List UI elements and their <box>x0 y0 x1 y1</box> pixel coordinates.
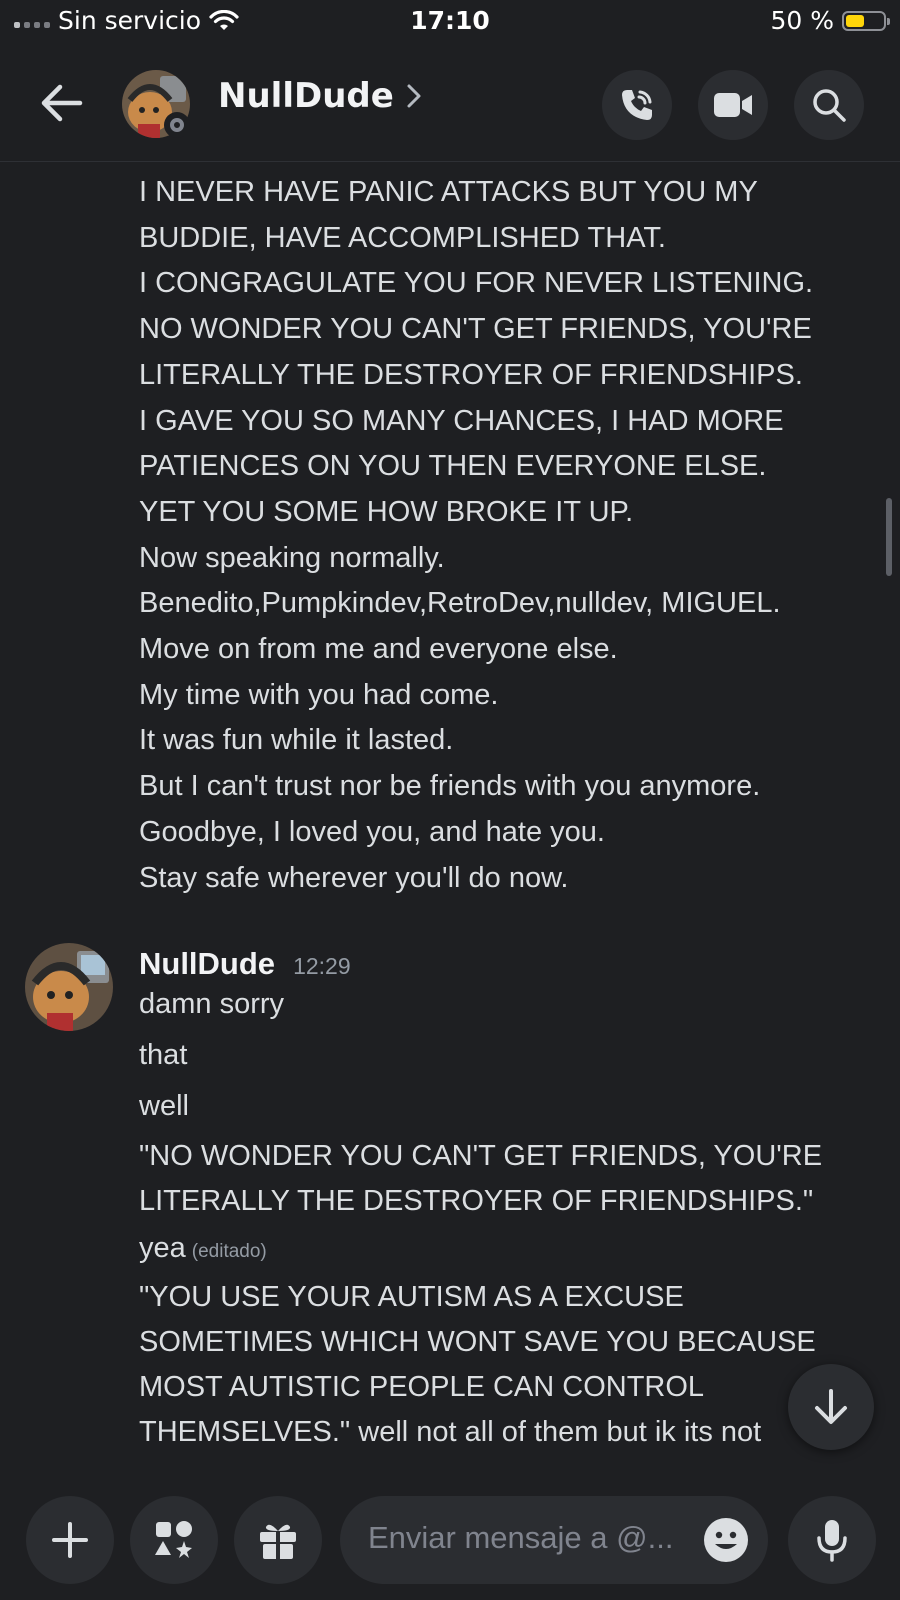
message-line: well <box>139 1090 189 1122</box>
message-line: LITERALLY THE DESTROYER OF FRIENDSHIPS." <box>139 1185 814 1217</box>
gift-icon <box>260 1524 296 1559</box>
video-call-icon <box>714 93 752 117</box>
message-line: I CONGRAGULATE YOU FOR NEVER LISTENING. <box>139 267 814 300</box>
back-arrow-icon[interactable] <box>36 80 86 126</box>
message-line: "NO WONDER YOU CAN'T GET FRIENDS, YOU'RE <box>139 1140 823 1172</box>
voice-call-icon <box>622 90 652 120</box>
clock: 17:10 <box>410 6 490 35</box>
plus-icon <box>52 1522 88 1558</box>
jump-down-arrow-icon <box>815 1389 847 1424</box>
edited-label: (editado) <box>191 1241 267 1262</box>
message-line-edited: yea (editado) <box>139 1232 879 1265</box>
message-line: MOST AUTISTIC PEOPLE CAN CONTROL <box>139 1371 705 1403</box>
chevron-right-icon <box>407 84 421 108</box>
status-right: 50 % <box>770 6 890 35</box>
message-line: It was fun while it lasted. <box>139 724 454 757</box>
status-bar: Sin servicio 17:10 50 % <box>0 0 900 46</box>
message-line: SOMETIMES WHICH WONT SAVE YOU BECAUSE <box>139 1326 816 1358</box>
composer: Enviar mensaje a @... <box>0 1474 900 1600</box>
message-line: THEMSELVES." well not all of them but ik… <box>139 1416 762 1448</box>
gift-button[interactable] <box>234 1496 322 1584</box>
message-line: LITERALLY THE DESTROYER OF FRIENDSHIPS. <box>139 358 803 391</box>
message-line: Now speaking normally. <box>139 541 445 574</box>
message-line: PATIENCES ON YOU THEN EVERYONE ELSE. <box>139 450 767 483</box>
author-name[interactable]: NullDude <box>139 946 275 982</box>
microphone-icon <box>817 1520 847 1562</box>
message-timestamp: 12:29 <box>293 953 351 979</box>
message-line: damn sorry <box>139 988 285 1020</box>
voice-message-button[interactable] <box>788 1496 876 1584</box>
voice-call-button[interactable] <box>602 70 672 140</box>
message-line: BUDDIE, HAVE ACCOMPLISHED THAT. <box>139 221 666 254</box>
message-text: yea <box>139 1232 186 1264</box>
message-line: Goodbye, I loved you, and hate you. <box>139 815 605 848</box>
continued-message: I NEVER HAVE PANIC ATTACKS BUT YOU MY BUD… <box>139 170 879 901</box>
message-line: NO WONDER YOU CAN'T GET FRIENDS, YOU'RE <box>139 313 812 346</box>
emoji-icon[interactable] <box>702 1516 750 1564</box>
battery-icon <box>842 10 890 31</box>
apps-button[interactable] <box>130 1496 218 1584</box>
message-line: Stay safe wherever you'll do now. <box>139 861 569 894</box>
message-line: I GAVE YOU SO MANY CHANCES, I HAD MORE <box>139 404 784 437</box>
message-list[interactable]: I NEVER HAVE PANIC ATTACKS BUT YOU MY BUD… <box>0 162 900 1470</box>
message-line: YET YOU SOME HOW BROKE IT UP. <box>139 495 634 528</box>
message-line: that <box>139 1039 188 1071</box>
message-input[interactable]: Enviar mensaje a @... <box>340 1496 768 1584</box>
message-input-placeholder: Enviar mensaje a @... <box>368 1520 674 1555</box>
offline-status-icon <box>164 112 190 138</box>
message-line: "YOU USE YOUR AUTISM AS A EXCUSE <box>139 1281 684 1313</box>
battery-fill <box>846 14 864 27</box>
contact-name: NullDude <box>218 76 394 116</box>
video-call-button[interactable] <box>698 70 768 140</box>
search-icon <box>813 89 846 122</box>
message-header: NullDude 12:29 <box>139 946 351 982</box>
search-button[interactable] <box>794 70 864 140</box>
message-avatar[interactable] <box>25 943 113 1031</box>
scrollbar[interactable] <box>886 498 892 576</box>
message-line: Benedito,Pumpkindev,RetroDev,nulldev, MI… <box>139 587 781 620</box>
message-line: My time with you had come. <box>139 678 499 711</box>
header-title[interactable]: NullDude <box>218 76 422 116</box>
jump-to-present-button[interactable] <box>788 1364 874 1450</box>
message-line: Move on from me and everyone else. <box>139 633 618 666</box>
add-attachment-button[interactable] <box>26 1496 114 1584</box>
apps-icon <box>155 1521 192 1558</box>
message-line: I NEVER HAVE PANIC ATTACKS BUT YOU MY <box>139 176 758 208</box>
message-line: But I can't trust nor be friends with yo… <box>139 770 761 803</box>
battery-percent: 50 % <box>770 6 834 35</box>
chat-header: NullDude <box>0 46 900 162</box>
